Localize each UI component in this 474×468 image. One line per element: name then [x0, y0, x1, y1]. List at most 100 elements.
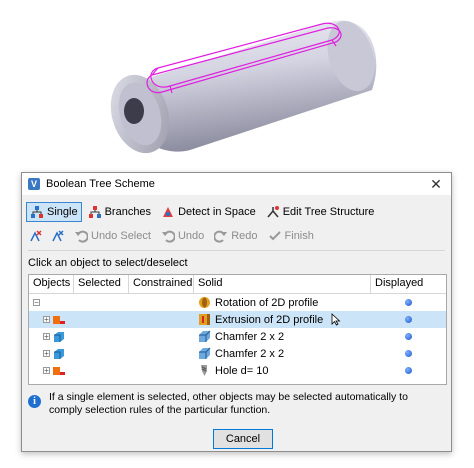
dialog-titlebar: V Boolean Tree Scheme ✕ — [22, 173, 451, 195]
info-panel: i If a single element is selected, other… — [28, 391, 447, 419]
table-row[interactable]: + Chamfer 2 x 2 — [29, 345, 446, 362]
select-tree-button[interactable] — [26, 226, 46, 246]
app-icon: V — [28, 178, 40, 190]
undo-icon — [161, 230, 175, 243]
info-text: If a single element is selected, other o… — [49, 391, 408, 416]
edit-tree-structure-button[interactable]: Edit Tree Structure — [262, 202, 379, 222]
constrained-cell — [129, 294, 194, 311]
constrained-cell — [129, 328, 194, 345]
displayed-cell[interactable] — [371, 328, 446, 345]
finish-button[interactable]: Finish — [264, 226, 318, 246]
redo-button[interactable]: Redo — [210, 226, 261, 246]
undo-select-icon — [75, 230, 88, 243]
branches-tree-icon — [88, 206, 101, 218]
solid-cell: Chamfer 2 x 2 — [194, 328, 371, 345]
boolean-operation-icon — [53, 316, 65, 324]
solid-name: Hole d= 10 — [215, 364, 269, 377]
selected-cell[interactable] — [74, 294, 129, 311]
branches-label: Branches — [104, 206, 152, 218]
detect-in-space-label: Detect in Space — [178, 206, 256, 218]
single-tree-icon — [31, 206, 43, 218]
model-viewport[interactable] — [0, 0, 474, 168]
table-row[interactable]: + Extrusion of 2D profile — [29, 311, 446, 328]
objects-cell: − — [29, 294, 74, 311]
objects-cell: + — [29, 362, 74, 379]
expand-toggle[interactable]: + — [43, 367, 50, 375]
undo-select-button[interactable]: Undo Select — [70, 226, 155, 246]
column-objects[interactable]: Objects — [29, 275, 74, 293]
displayed-cell[interactable] — [371, 311, 446, 328]
info-icon: i — [28, 395, 41, 408]
displayed-indicator — [405, 367, 412, 374]
detect-in-space-button[interactable]: Detect in Space — [157, 202, 260, 222]
displayed-indicator — [405, 299, 412, 306]
rotation-icon — [199, 297, 210, 308]
expand-toggle[interactable]: + — [43, 350, 50, 358]
expand-toggle[interactable]: + — [43, 333, 50, 341]
displayed-cell[interactable] — [371, 345, 446, 362]
table-row[interactable]: + Hole d= 10 — [29, 362, 446, 379]
hint-text: Click an object to select/deselect — [28, 257, 188, 269]
table-row[interactable]: − Rotation of 2D profile — [29, 294, 446, 311]
single-label: Single — [47, 206, 78, 218]
undo-select-label: Undo Select — [91, 230, 151, 242]
selected-cell[interactable] — [74, 362, 129, 379]
column-selected[interactable]: Selected — [74, 275, 129, 293]
chamfer-icon — [199, 330, 211, 342]
boolean-operation-icon — [53, 367, 65, 375]
select-tree-icon — [30, 230, 42, 242]
edit-tree-icon — [267, 206, 279, 218]
finish-icon — [268, 231, 281, 241]
constrained-cell — [129, 362, 194, 379]
solid-name: Rotation of 2D profile — [215, 296, 319, 309]
collapse-toggle[interactable]: − — [33, 299, 40, 307]
solid-cell: Hole d= 10 — [194, 362, 371, 379]
displayed-cell[interactable] — [371, 362, 446, 379]
redo-icon — [214, 230, 228, 243]
selected-cell[interactable] — [74, 311, 129, 328]
edit-tree-structure-label: Edit Tree Structure — [282, 206, 375, 218]
undo-button[interactable]: Undo — [157, 226, 208, 246]
chamfer-object-icon — [54, 332, 64, 342]
cancel-button[interactable]: Cancel — [213, 429, 273, 449]
selected-cell[interactable] — [74, 328, 129, 345]
constrained-cell — [129, 311, 194, 328]
table-row[interactable]: + Chamfer 2 x 2 — [29, 328, 446, 345]
column-constrained[interactable]: Constrained — [129, 275, 194, 293]
mouse-cursor-icon — [331, 313, 341, 326]
selected-cell[interactable] — [74, 345, 129, 362]
finish-label: Finish — [284, 230, 314, 242]
objects-cell: + — [29, 328, 74, 345]
branches-button[interactable]: Branches — [84, 202, 155, 222]
hole-icon — [201, 365, 207, 376]
object-tree-table[interactable]: Objects Selected Constrained Solid Displ… — [28, 274, 447, 385]
column-solid[interactable]: Solid — [194, 275, 371, 293]
solid-cell: Extrusion of 2D profile — [194, 311, 371, 328]
chamfer-object-icon — [54, 349, 64, 359]
objects-cell: + — [29, 311, 74, 328]
constrained-cell — [129, 345, 194, 362]
undo-label: Undo — [177, 230, 205, 242]
column-displayed[interactable]: Displayed — [371, 275, 446, 293]
displayed-indicator — [405, 316, 412, 323]
boolean-tree-dialog: V Boolean Tree Scheme ✕ Single Branches … — [21, 172, 452, 452]
solid-name: Extrusion of 2D profile — [215, 313, 324, 326]
displayed-indicator — [405, 333, 412, 340]
single-button[interactable]: Single — [26, 202, 82, 222]
detect-in-space-icon — [163, 207, 174, 217]
objects-cell: + — [29, 345, 74, 362]
dialog-title: Boolean Tree Scheme — [46, 178, 155, 190]
divider — [28, 250, 445, 251]
close-button[interactable]: ✕ — [427, 175, 445, 193]
extrusion-icon — [199, 314, 210, 325]
solid-name: Chamfer 2 x 2 — [215, 347, 285, 360]
solid-cell: Chamfer 2 x 2 — [194, 345, 371, 362]
displayed-cell[interactable] — [371, 294, 446, 311]
redo-label: Redo — [231, 230, 258, 242]
deselect-tree-button[interactable] — [48, 226, 68, 246]
solid-name: Chamfer 2 x 2 — [215, 330, 285, 343]
cylinder-model — [110, 20, 377, 154]
expand-toggle[interactable]: + — [43, 316, 50, 324]
deselect-tree-icon — [52, 230, 64, 242]
mode-toolbar: Single Branches Detect in Space Edit Tre… — [26, 201, 380, 223]
